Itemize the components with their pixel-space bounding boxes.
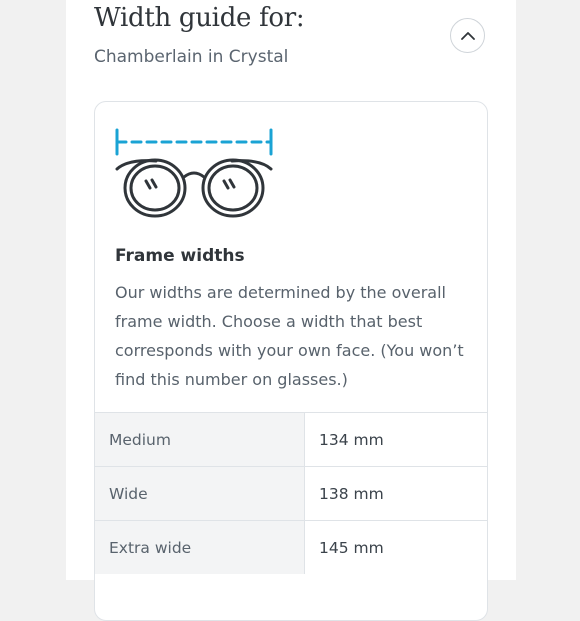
- table-row: Wide 138 mm: [95, 466, 487, 521]
- frame-width-card: Frame widths Our widths are determined b…: [94, 101, 488, 621]
- width-table: Medium 134 mm Wide 138 mm Extra wide 145…: [95, 412, 487, 574]
- collapse-button[interactable]: [450, 18, 485, 53]
- width-value-cell: 145 mm: [304, 520, 487, 574]
- width-value-cell: 138 mm: [304, 466, 487, 521]
- frame-widths-description: Our widths are determined by the overall…: [115, 283, 464, 389]
- width-size-cell: Extra wide: [95, 520, 305, 574]
- glasses-width-icon: [115, 128, 273, 218]
- frame-widths-heading: Frame widths: [115, 246, 245, 266]
- page-title: Width guide for:: [94, 3, 305, 33]
- table-row: Extra wide 145 mm: [95, 520, 487, 574]
- width-value-cell: 134 mm: [304, 412, 487, 467]
- width-size-cell: Medium: [95, 412, 305, 467]
- table-row: Medium 134 mm: [95, 412, 487, 467]
- product-name: Chamberlain in Crystal: [94, 47, 289, 67]
- width-size-cell: Wide: [95, 466, 305, 521]
- chevron-up-icon: [460, 32, 475, 40]
